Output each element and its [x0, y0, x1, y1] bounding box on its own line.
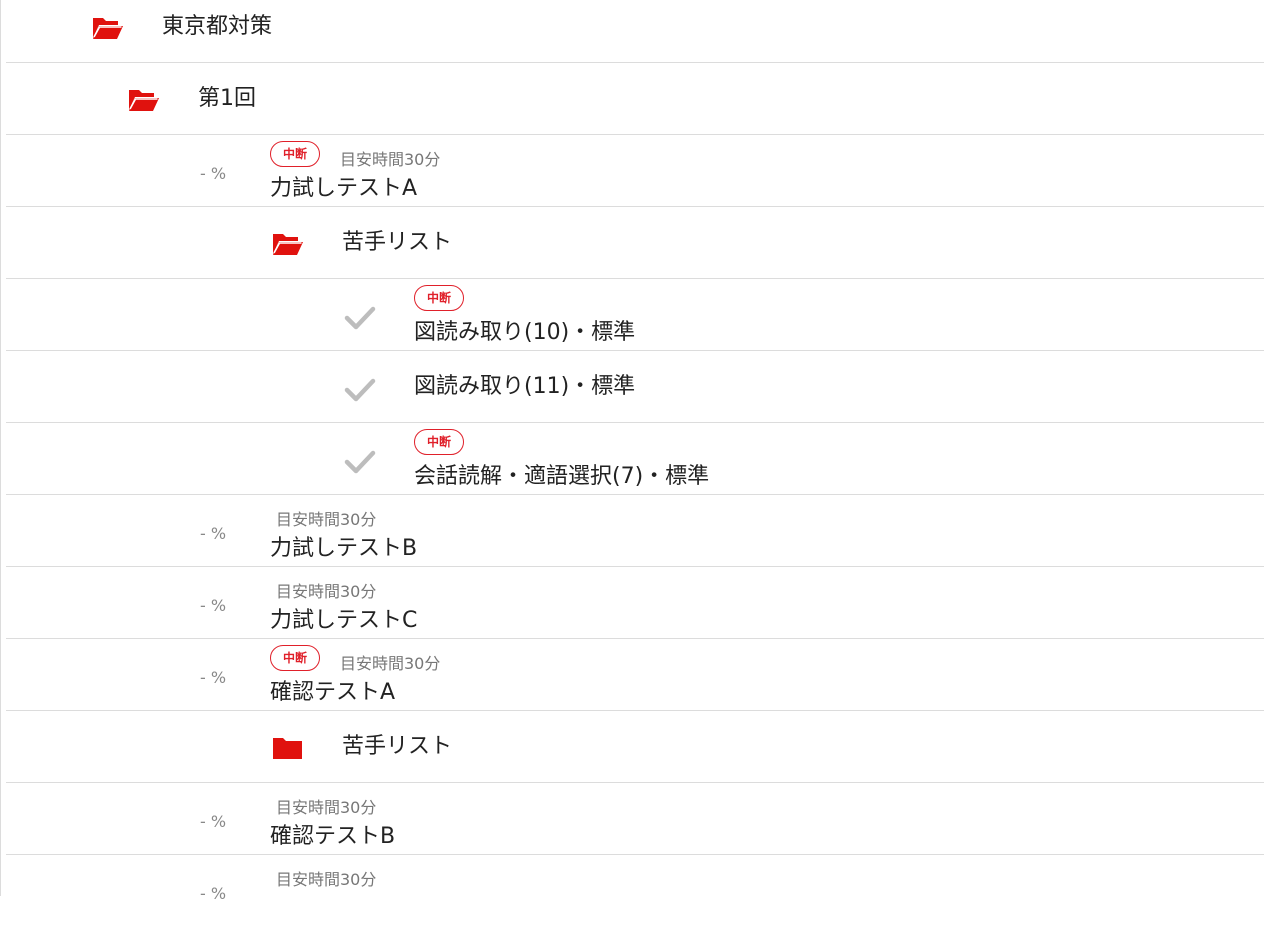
estimated-time: 目安時間30分	[276, 582, 377, 601]
estimated-time: 目安時間30分	[276, 510, 377, 529]
test-row[interactable]: - % 中断 目安時間30分 力試しテストA	[6, 136, 1264, 207]
status-badge-suspended: 中断	[270, 645, 321, 671]
progress-percent: - %	[200, 596, 227, 615]
test-title: 確認テストA	[270, 680, 396, 705]
folder-open-icon	[93, 18, 123, 39]
checkmark-icon	[344, 378, 376, 402]
test-title: 力試しテストB	[270, 536, 418, 561]
test-row[interactable]: - % 目安時間30分 力試しテストC	[6, 568, 1264, 639]
folder-open-icon	[129, 90, 159, 111]
status-badge-suspended: 中断	[414, 285, 465, 311]
folder-label-root: 東京都対策	[162, 14, 273, 39]
folder-row-session[interactable]: 第1回	[6, 64, 1264, 135]
checkmark-icon	[344, 450, 376, 474]
estimated-time: 目安時間30分	[276, 798, 377, 817]
progress-percent: - %	[200, 164, 227, 183]
progress-percent: - %	[200, 812, 227, 831]
folder-row-weak-list[interactable]: 苦手リスト	[6, 712, 1264, 783]
test-title: 力試しテストC	[270, 608, 418, 633]
folder-label-session: 第1回	[198, 86, 256, 111]
folder-closed-icon	[273, 738, 302, 759]
weak-item-row[interactable]: 中断 図読み取り(10)・標準	[6, 280, 1264, 351]
folder-label-weak-list: 苦手リスト	[342, 734, 453, 759]
test-title: 確認テストB	[270, 824, 396, 849]
test-title: 力試しテストA	[270, 176, 418, 201]
test-row[interactable]: - % 目安時間30分 力試しテストB	[6, 496, 1264, 567]
course-tree: 東京都対策 第1回 - % 中断 目安時間30分 力試しテストA 苦手リスト 中…	[0, 0, 1264, 903]
progress-percent: - %	[200, 524, 227, 543]
estimated-time: 目安時間30分	[340, 654, 441, 673]
test-row[interactable]: - % 目安時間30分 確認テストB	[6, 784, 1264, 855]
checkmark-icon	[344, 306, 376, 330]
estimated-time: 目安時間30分	[276, 870, 377, 889]
test-row[interactable]: - % 目安時間30分	[6, 856, 1264, 927]
status-badge-suspended: 中断	[414, 429, 465, 455]
folder-row-weak-list[interactable]: 苦手リスト	[6, 208, 1264, 279]
folder-label-weak-list: 苦手リスト	[342, 230, 453, 255]
progress-percent: - %	[200, 668, 227, 687]
progress-percent: - %	[200, 884, 227, 903]
test-row[interactable]: - % 中断 目安時間30分 確認テストA	[6, 640, 1264, 711]
status-badge-suspended: 中断	[270, 141, 321, 167]
weak-item-title: 図読み取り(10)・標準	[414, 320, 636, 345]
folder-row-root[interactable]: 東京都対策	[6, 0, 1264, 63]
weak-item-title: 図読み取り(11)・標準	[414, 374, 636, 399]
weak-item-row[interactable]: 中断 会話読解・適語選択(7)・標準	[6, 424, 1264, 495]
estimated-time: 目安時間30分	[340, 150, 441, 169]
weak-item-title: 会話読解・適語選択(7)・標準	[414, 464, 710, 489]
folder-open-icon	[273, 234, 303, 255]
weak-item-row[interactable]: 図読み取り(11)・標準	[6, 352, 1264, 423]
